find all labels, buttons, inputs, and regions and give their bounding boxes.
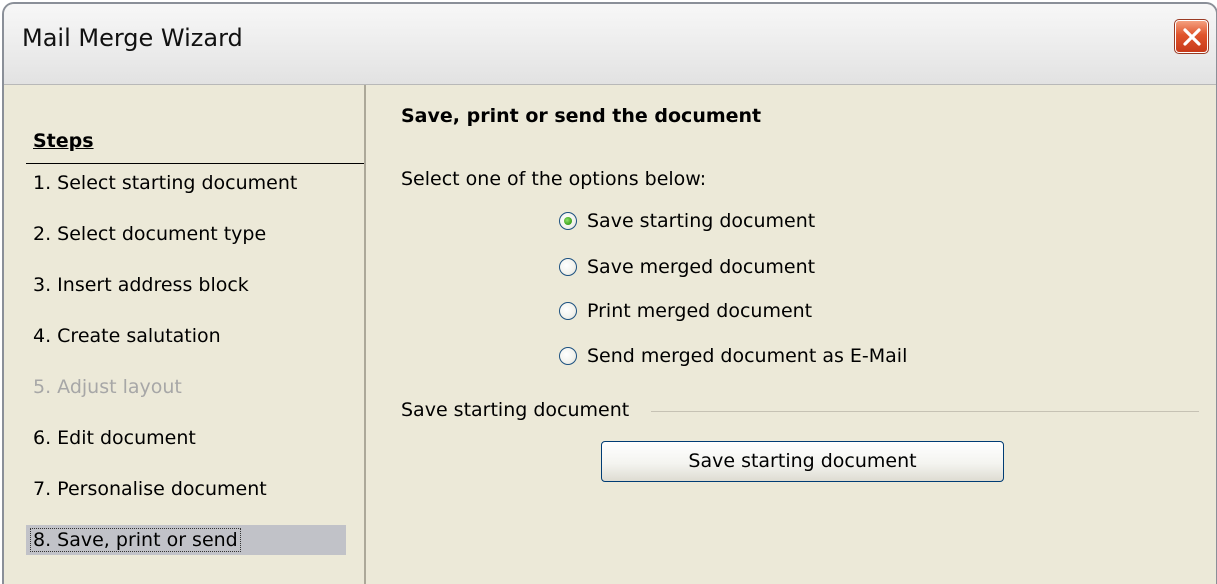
radio-unchecked-icon[interactable] (559, 258, 577, 276)
steps-panel: Steps 1. Select starting document 2. Sel… (4, 85, 364, 584)
step-select-document-type[interactable]: 2. Select document type (33, 219, 266, 249)
step-adjust-layout: 5. Adjust layout (33, 376, 182, 398)
save-starting-document-button[interactable]: Save starting document (601, 441, 1004, 482)
title-bar[interactable]: Mail Merge Wizard (4, 4, 1216, 85)
step-content-panel: Save, print or send the document Select … (366, 85, 1216, 584)
options-prompt: Select one of the options below: (401, 168, 707, 190)
step-save-print-send[interactable]: 8. Save, print or send (26, 525, 346, 555)
option-label: Send merged document as E-Mail (587, 345, 908, 367)
step-save-print-send-label: 8. Save, print or send (30, 528, 241, 552)
section-label: Save starting document (401, 399, 630, 421)
step-select-starting-document[interactable]: 1. Select starting document (33, 168, 297, 198)
step-personalise-document[interactable]: 7. Personalise document (33, 474, 267, 504)
option-label: Print merged document (587, 300, 813, 322)
steps-heading: Steps (33, 130, 94, 152)
window-title: Mail Merge Wizard (22, 24, 243, 52)
section-divider (651, 411, 1199, 412)
option-label: Save starting document (587, 210, 816, 232)
mail-merge-wizard-dialog: Mail Merge Wizard Steps 1. Select starti… (2, 2, 1217, 584)
step-insert-address-block[interactable]: 3. Insert address block (33, 270, 249, 300)
option-save-starting-document[interactable]: Save starting document (559, 207, 815, 235)
page-title: Save, print or send the document (401, 105, 762, 127)
radio-unchecked-icon[interactable] (559, 347, 577, 365)
step-edit-document[interactable]: 6. Edit document (33, 423, 196, 453)
step-create-salutation[interactable]: 4. Create salutation (33, 321, 221, 351)
radio-unchecked-icon[interactable] (559, 302, 577, 320)
option-send-merged-document-email[interactable]: Send merged document as E-Mail (559, 342, 907, 370)
option-print-merged-document[interactable]: Print merged document (559, 297, 812, 325)
close-icon (1183, 28, 1201, 46)
option-label: Save merged document (587, 256, 816, 278)
option-save-merged-document[interactable]: Save merged document (559, 253, 815, 281)
close-button[interactable] (1174, 19, 1209, 54)
radio-checked-icon[interactable] (559, 212, 577, 230)
steps-divider (26, 163, 364, 164)
